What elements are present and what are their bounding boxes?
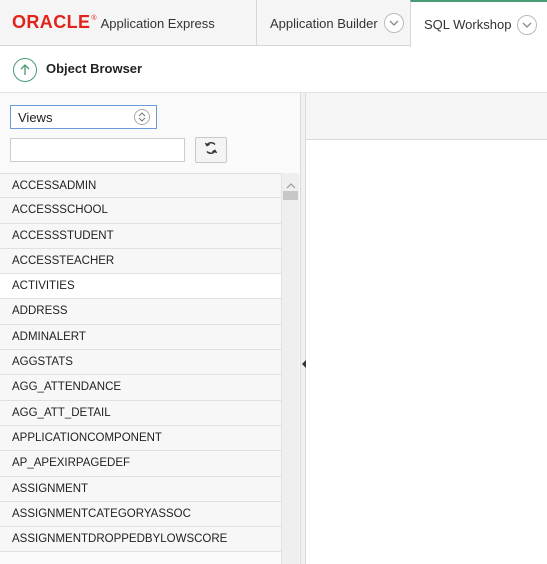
oracle-apex-logo[interactable]: ORACLE ® Application Express	[12, 12, 215, 34]
logo-app-text: Application Express	[100, 16, 215, 31]
list-item[interactable]: ACCESSADMIN	[0, 173, 281, 199]
list-item[interactable]: APPLICATIONCOMPONENT	[0, 425, 281, 452]
top-navigation-bar: ORACLE ® Application Express Application…	[0, 0, 547, 47]
breadcrumb: Object Browser	[0, 47, 547, 93]
list-item[interactable]: ASSIGNMENTDROPPEDBYLOWSCORE	[0, 527, 281, 553]
list-item[interactable]: ADMINALERT	[0, 324, 281, 351]
list-item[interactable]: AGG_ATT_DETAIL	[0, 400, 281, 426]
list-scrollbar[interactable]	[281, 173, 299, 564]
chevron-down-icon[interactable]	[383, 13, 404, 33]
object-list: ACCESSADMIN ACCESSSCHOOL ACCESSSTUDENT ACCE…	[0, 173, 281, 553]
list-item[interactable]: ADDRESS	[0, 299, 281, 325]
chevron-down-icon[interactable]	[517, 14, 538, 35]
page-title: Object Browser	[46, 61, 143, 76]
tab-application-builder[interactable]: Application Builder	[256, 0, 410, 46]
list-item[interactable]: AP_APEXIRPAGEDEF	[0, 451, 281, 477]
refresh-icon	[204, 141, 218, 160]
scrollbar-thumb[interactable]	[283, 191, 298, 200]
object-type-select[interactable]: Views	[10, 105, 157, 129]
object-type-select-value: Views	[18, 110, 53, 125]
list-item[interactable]: AGG_ATTENDANCE	[0, 375, 281, 401]
object-browser-sidebar: Views ACCESSADMIN ACCESSSCHOOL ACCESSSTUDE…	[0, 93, 300, 564]
list-item[interactable]: ACCESSSTUDENT	[0, 223, 281, 249]
logo-oracle-text: ORACLE	[12, 12, 91, 32]
up-down-arrows-icon	[134, 109, 150, 125]
list-item[interactable]: ACCESSSCHOOL	[0, 198, 281, 224]
list-item[interactable]: ACTIVITIES	[0, 274, 281, 300]
list-item[interactable]: AGGSTATS	[0, 350, 281, 376]
tab-application-builder-label: Application Builder	[270, 15, 378, 31]
up-arrow-icon[interactable]	[13, 58, 37, 82]
list-item[interactable]: ACCESSTEACHER	[0, 248, 281, 275]
object-search-input[interactable]	[10, 138, 185, 162]
list-item[interactable]: ASSIGNMENTCATEGORYASSOC	[0, 501, 281, 528]
object-detail-pane	[306, 93, 547, 564]
list-item[interactable]: ASSIGNMENT	[0, 476, 281, 502]
detail-toolbar	[306, 93, 547, 140]
logo-registered-mark: ®	[91, 15, 97, 22]
refresh-button[interactable]	[195, 137, 227, 163]
tab-sql-workshop[interactable]: SQL Workshop	[410, 0, 547, 47]
tab-sql-workshop-label: SQL Workshop	[424, 17, 512, 32]
